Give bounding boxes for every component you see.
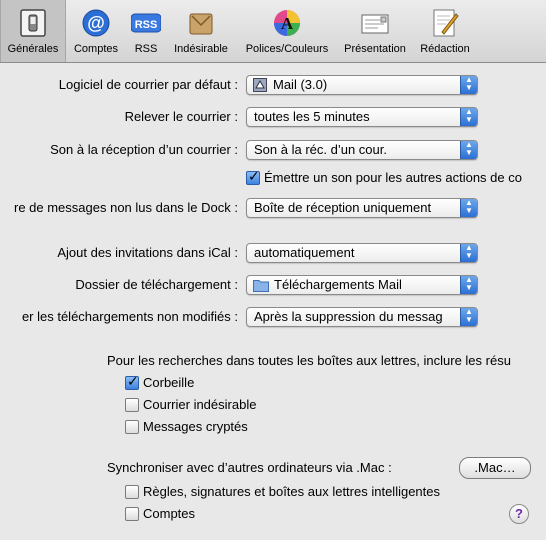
preferences-toolbar: Générales @ Comptes RSS RSS Indésirable … [0,0,546,63]
tab-polices-couleurs[interactable]: A Polices/Couleurs [238,0,336,62]
composing-icon [433,9,459,37]
ical-label: Ajout des invitations dans iCal : [57,245,238,260]
dock-unread-popup[interactable]: Boîte de réception uniquement ▲ ▼ [246,198,478,218]
checkmark-icon: ✓ [248,168,260,184]
downloads-folder-value: Téléchargements Mail [274,277,402,292]
dock-unread-value: Boîte de réception uniquement [254,200,432,215]
sync-accounts-checkbox[interactable] [125,507,139,521]
tab-comptes-label: Comptes [73,43,119,55]
ical-popup[interactable]: automatiquement ▲ ▼ [246,243,478,263]
presentation-icon [361,14,389,34]
popup-arrows-icon: ▲ ▼ [460,108,477,126]
popup-arrows-icon: ▲ ▼ [460,199,477,217]
popup-arrows-icon: ▲ ▼ [460,141,477,159]
tab-redaction-label: Rédaction [420,43,470,55]
sound-actions-label: Émettre un son pour les autres actions d… [264,170,522,185]
default-mail-value: Mail (3.0) [273,77,328,92]
font-letter: A [281,14,294,33]
tab-indesirable[interactable]: Indésirable [168,0,234,62]
tab-generales-label: Générales [7,43,59,55]
check-mail-popup[interactable]: toutes les 5 minutes ▲ ▼ [246,107,478,127]
tab-redaction[interactable]: Rédaction [414,0,476,62]
dock-unread-label: re de messages non lus dans le Dock : [13,200,238,215]
rss-badge-text: RSS [135,19,158,31]
sync-accounts-label: Comptes [143,506,196,521]
tab-rss[interactable]: RSS RSS [126,0,166,62]
include-junk-checkbox[interactable] [125,398,139,412]
junk-icon [189,13,213,35]
folder-icon [253,280,269,292]
tab-generales[interactable]: Générales [0,0,66,62]
new-mail-sound-label: Son à la réception d’un courrier : [50,142,238,157]
remove-downloads-value: Après la suppression du messag [254,309,443,324]
include-junk-label: Courrier indésirable [143,397,257,412]
include-encrypted-checkbox[interactable] [125,420,139,434]
popup-arrows-icon: ▲ ▼ [460,308,477,326]
at-icon: @ [82,9,110,37]
check-mail-value: toutes les 5 minutes [254,109,370,124]
checkmark-icon: ✓ [127,373,139,389]
sound-actions-checkbox[interactable]: ✓ [246,168,260,185]
help-button[interactable]: ? [509,504,529,524]
default-mail-label: Logiciel de courrier par défaut : [58,77,238,92]
popup-arrows-icon: ▲ ▼ [460,76,477,94]
sync-rules-checkbox[interactable] [125,485,139,499]
tab-comptes[interactable]: @ Comptes [66,0,126,62]
general-preferences-pane: Logiciel de courrier par défaut : Mail (… [0,63,546,540]
ical-value: automatiquement [254,245,355,260]
search-include-heading: Pour les recherches dans toutes les boît… [107,353,511,368]
tab-indesirable-label: Indésirable [174,43,228,55]
include-encrypted-label: Messages cryptés [143,419,248,434]
tab-presentation[interactable]: Présentation [338,0,412,62]
tab-rss-label: RSS [134,43,158,55]
popup-arrows-icon: ▲ ▼ [460,244,477,262]
downloads-folder-label: Dossier de téléchargement : [75,277,238,292]
sync-heading: Synchroniser avec d’autres ordinateurs v… [107,460,392,475]
new-mail-sound-value: Son à la réc. d’un cour. [254,142,387,157]
tab-presentation-label: Présentation [344,43,406,55]
tab-polices-couleurs-label: Polices/Couleurs [245,43,329,55]
fonts-colors-icon: A [274,10,300,36]
popup-arrows-icon: ▲ ▼ [460,276,477,294]
new-mail-sound-popup[interactable]: Son à la réc. d’un cour. ▲ ▼ [246,140,478,160]
sync-rules-label: Règles, signatures et boîtes aux lettres… [143,484,441,499]
downloads-folder-popup[interactable]: Téléchargements Mail ▲ ▼ [246,275,478,295]
check-mail-label: Relever le courrier : [124,109,238,124]
switch-icon [20,9,46,37]
mail-app-icon [253,78,267,92]
include-trash-label: Corbeille [143,375,195,390]
dotmac-button[interactable]: .Mac… [459,457,531,479]
remove-downloads-popup[interactable]: Après la suppression du messag ▲ ▼ [246,307,478,327]
rss-icon: RSS [131,13,161,33]
at-symbol: @ [87,13,105,33]
include-trash-checkbox[interactable]: ✓ [125,373,139,390]
default-mail-popup[interactable]: Mail (3.0) ▲ ▼ [246,75,478,95]
remove-downloads-label: er les téléchargements non modifiés : [21,309,238,324]
